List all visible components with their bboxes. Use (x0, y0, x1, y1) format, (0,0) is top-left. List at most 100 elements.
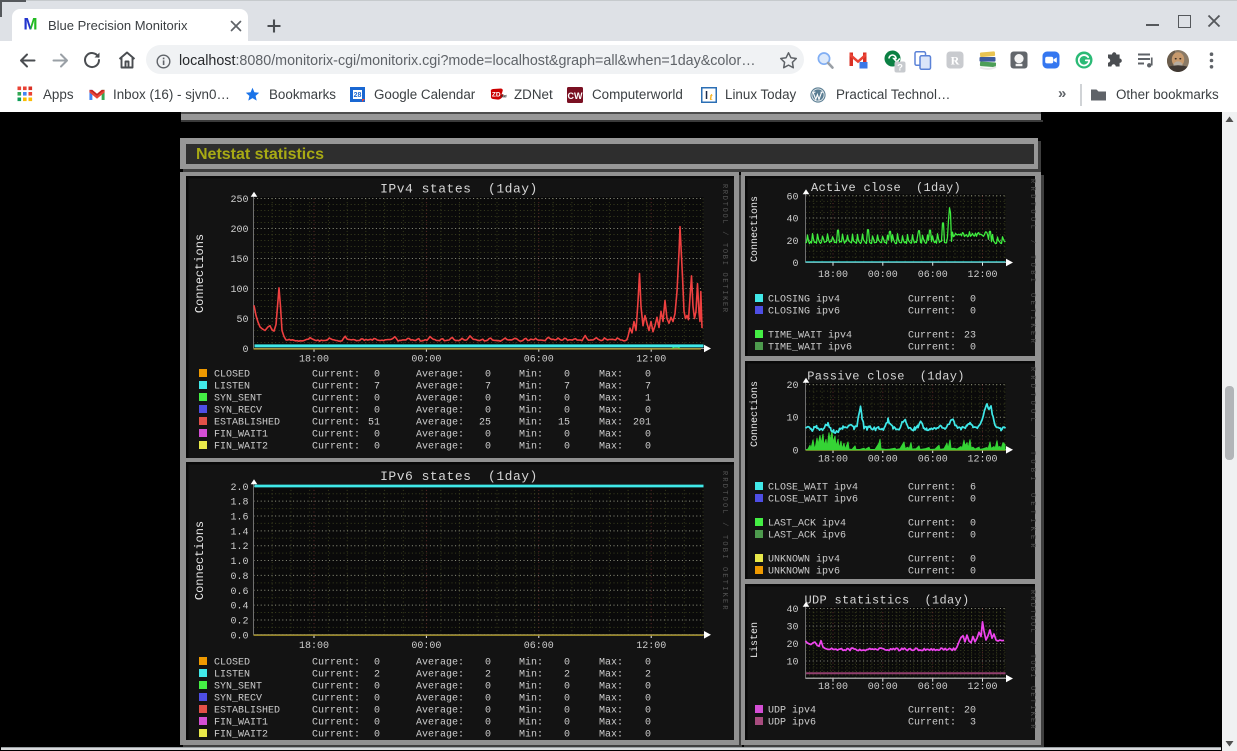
svg-text:Min:: Min: (519, 405, 543, 417)
svg-text:6: 6 (970, 483, 976, 494)
svg-text:Max:: Max: (599, 370, 623, 381)
svg-text:25: 25 (479, 418, 491, 429)
svg-text:Max:: Max: (599, 682, 623, 693)
svg-text:RRDTOOL / TOBI OETIKER: RRDTOOL / TOBI OETIKER (1028, 367, 1036, 552)
svg-text:18:00: 18:00 (818, 682, 848, 693)
svg-text:1.8: 1.8 (230, 498, 248, 509)
svg-text:Current:: Current: (312, 682, 360, 693)
svg-text:LAST_ACK ipv6: LAST_ACK ipv6 (768, 530, 846, 542)
svg-text:1.4: 1.4 (230, 527, 248, 538)
svg-text:0: 0 (970, 495, 976, 506)
svg-text:Current:: Current: (908, 307, 956, 318)
svg-text:Current:: Current: (908, 343, 956, 354)
svg-text:0: 0 (485, 682, 491, 693)
svg-text:UDP ipv6: UDP ipv6 (768, 717, 816, 729)
svg-text:12:00: 12:00 (636, 641, 666, 652)
svg-text:1.6: 1.6 (230, 513, 248, 524)
svg-text:RRDTOOL / TOBI OETIKER: RRDTOOL / TOBI OETIKER (1028, 179, 1036, 346)
svg-text:RRDTOOL / TOBI OETIKER: RRDTOOL / TOBI OETIKER (1028, 590, 1036, 731)
svg-text:Connections: Connections (749, 196, 761, 262)
svg-text:06:00: 06:00 (524, 355, 554, 366)
svg-text:Min:: Min: (519, 693, 543, 705)
svg-text:0: 0 (645, 694, 651, 705)
svg-text:0: 0 (645, 406, 651, 417)
svg-text:Current:: Current: (312, 394, 360, 405)
svg-text:2: 2 (485, 670, 491, 681)
svg-text:Average:: Average: (416, 382, 464, 393)
svg-text:7: 7 (485, 382, 491, 393)
svg-text:Current:: Current: (908, 295, 956, 306)
svg-text:201: 201 (633, 418, 651, 429)
svg-text:Current:: Current: (312, 658, 360, 669)
svg-text:0: 0 (485, 406, 491, 417)
svg-text:Current:: Current: (312, 418, 360, 429)
svg-text:Max:: Max: (599, 430, 623, 441)
svg-text:Average:: Average: (416, 418, 464, 429)
svg-text:CLOSED: CLOSED (214, 370, 250, 381)
svg-text:40: 40 (786, 605, 798, 616)
svg-text:0: 0 (242, 345, 248, 356)
svg-text:Max:: Max: (599, 406, 623, 417)
svg-text:SYN_SENT: SYN_SENT (214, 394, 262, 405)
svg-text:Current:: Current: (312, 718, 360, 729)
svg-text:06:00: 06:00 (918, 270, 948, 281)
svg-text:FIN_WAIT1: FIN_WAIT1 (214, 718, 268, 729)
svg-text:Current:: Current: (908, 567, 956, 578)
svg-text:00:00: 00:00 (411, 641, 441, 652)
svg-text:0: 0 (970, 519, 976, 530)
svg-text:Average:: Average: (416, 406, 464, 417)
svg-text:UNKNOWN ipv6: UNKNOWN ipv6 (768, 566, 840, 578)
svg-text:0: 0 (645, 370, 651, 381)
svg-text:250: 250 (230, 195, 248, 206)
svg-text:06:00: 06:00 (918, 455, 948, 466)
svg-text:12:00: 12:00 (967, 455, 997, 466)
svg-text:18:00: 18:00 (299, 641, 329, 652)
svg-text:0: 0 (485, 370, 491, 381)
svg-text:FIN_WAIT1: FIN_WAIT1 (214, 430, 268, 441)
svg-text:Average:: Average: (416, 430, 464, 441)
svg-text:0: 0 (792, 446, 798, 457)
svg-text:Min:: Min: (519, 417, 543, 429)
svg-text:0: 0 (564, 694, 570, 705)
svg-text:Max:: Max: (599, 382, 623, 393)
svg-text:TIME_WAIT ipv4: TIME_WAIT ipv4 (768, 330, 852, 342)
svg-text:Current:: Current: (312, 370, 360, 381)
svg-text:0: 0 (645, 442, 651, 453)
svg-text:Min:: Min: (519, 717, 543, 729)
svg-text:1: 1 (645, 394, 651, 405)
svg-text:SYN_RECV: SYN_RECV (214, 406, 262, 417)
svg-text:ESTABLISHED: ESTABLISHED (214, 418, 280, 429)
svg-text:0: 0 (564, 430, 570, 441)
svg-text:Min:: Min: (519, 657, 543, 669)
svg-text:0: 0 (970, 531, 976, 542)
svg-text:0: 0 (485, 394, 491, 405)
svg-text:Average:: Average: (416, 718, 464, 729)
svg-text:0: 0 (645, 730, 651, 741)
svg-text:7: 7 (564, 382, 570, 393)
svg-text:Average:: Average: (416, 706, 464, 717)
svg-text:18:00: 18:00 (299, 355, 329, 366)
svg-text:IPv4 states (1day): IPv4 states (1day) (380, 182, 538, 197)
svg-text:30: 30 (786, 623, 798, 634)
svg-text:ESTABLISHED: ESTABLISHED (214, 706, 280, 717)
svg-text:0: 0 (374, 406, 380, 417)
svg-text:Current:: Current: (312, 382, 360, 393)
svg-text:UDP ipv4: UDP ipv4 (768, 705, 816, 717)
svg-text:20: 20 (964, 706, 976, 717)
svg-text:CLOSED: CLOSED (214, 658, 250, 669)
svg-text:0: 0 (645, 658, 651, 669)
svg-text:200: 200 (230, 225, 248, 236)
svg-text:0: 0 (645, 706, 651, 717)
svg-text:Average:: Average: (416, 670, 464, 681)
svg-text:Max:: Max: (599, 418, 623, 429)
svg-text:0: 0 (374, 718, 380, 729)
svg-text:60: 60 (786, 192, 798, 203)
svg-text:0: 0 (564, 682, 570, 693)
svg-text:Active close (1day): Active close (1day) (811, 181, 961, 195)
svg-text:RRDTOOL / TOBI OETIKER: RRDTOOL / TOBI OETIKER (720, 184, 728, 314)
svg-text:Average:: Average: (416, 442, 464, 453)
svg-text:Min:: Min: (519, 429, 543, 441)
svg-text:20: 20 (786, 237, 798, 248)
svg-text:Current:: Current: (312, 406, 360, 417)
svg-text:Min:: Min: (519, 369, 543, 381)
